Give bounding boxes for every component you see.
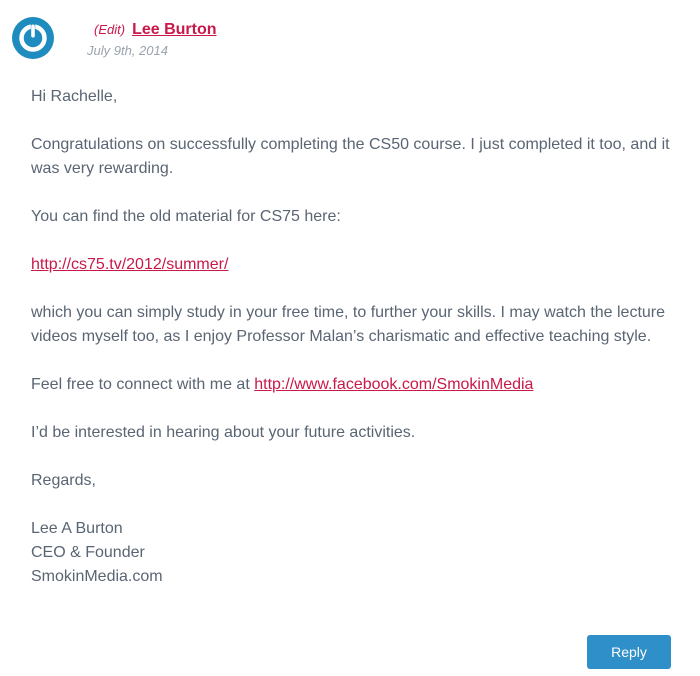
power-logo-icon [19, 23, 47, 52]
avatar [12, 17, 54, 59]
interest-paragraph: I’d be interested in hearing about your … [31, 424, 416, 441]
connect-paragraph: Feel free to connect with me at http://w… [31, 373, 681, 397]
connect-text: Feel free to connect with me at [31, 376, 255, 393]
comment-body: Hi Rachelle, Congratulations on successf… [31, 85, 681, 613]
material-link[interactable]: http://cs75.tv/2012/summer/ [31, 256, 228, 273]
facebook-link[interactable]: http://www.facebook.com/SmokinMedia [254, 376, 533, 393]
study-note-paragraph: which you can simply study in your free … [31, 304, 666, 345]
material-link-paragraph: http://cs75.tv/2012/summer/ [31, 253, 681, 277]
material-intro-paragraph: You can find the old material for CS75 h… [31, 208, 341, 225]
author-name[interactable]: Lee Burton [132, 21, 216, 39]
signature: Lee A Burton CEO & Founder SmokinMedia.c… [31, 517, 681, 589]
comment-date: July 9th, 2014 [87, 43, 168, 58]
reply-button[interactable]: Reply [587, 635, 671, 669]
closing-paragraph: Regards, [31, 472, 96, 489]
comment-meta: (Edit) Lee Burton July 9th, 2014 [87, 21, 217, 58]
signature-title: CEO & Founder [31, 544, 145, 561]
comment-header: (Edit) Lee Burton [87, 21, 217, 39]
congrats-paragraph: Congratulations on successfully completi… [31, 136, 670, 177]
signature-company: SmokinMedia.com [31, 568, 163, 585]
greeting-paragraph: Hi Rachelle, [31, 88, 118, 105]
edit-link[interactable]: (Edit) [87, 22, 125, 37]
signature-name: Lee A Burton [31, 520, 123, 537]
